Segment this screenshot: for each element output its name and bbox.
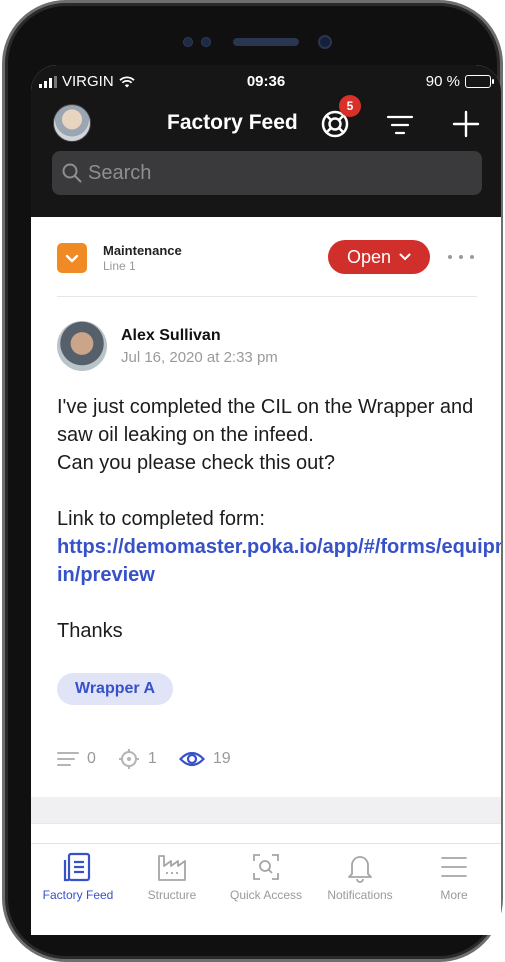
more-options-icon[interactable] bbox=[445, 252, 477, 262]
chevron-down-icon bbox=[65, 254, 79, 263]
search-input[interactable] bbox=[88, 161, 468, 185]
link-paragraph: Link to completed form: https://demomast… bbox=[57, 505, 501, 589]
comment-lines-icon bbox=[57, 752, 79, 766]
filter-icon[interactable] bbox=[386, 113, 414, 137]
category-badge bbox=[57, 243, 87, 273]
feed-icon bbox=[63, 852, 91, 882]
battery-status: 90 % bbox=[425, 73, 494, 90]
follow-count: 1 bbox=[147, 750, 157, 767]
tab-quick-access[interactable]: Quick Access bbox=[219, 850, 313, 910]
tab-factory-feed[interactable]: Factory Feed bbox=[31, 850, 125, 910]
post-text: Can you please check this out? bbox=[57, 452, 335, 474]
search-icon bbox=[62, 163, 82, 183]
add-post-icon[interactable] bbox=[451, 109, 481, 139]
app-screen: VIRGIN 09:36 90 % Factory Feed 5 Search … bbox=[31, 65, 501, 935]
category-name: Maintenance bbox=[103, 243, 182, 258]
bell-icon bbox=[348, 856, 372, 883]
views-count: 19 bbox=[212, 750, 231, 767]
app-header: VIRGIN 09:36 90 % Factory Feed 5 Search bbox=[31, 65, 501, 217]
page-title: Factory Feed bbox=[167, 111, 298, 134]
front-camera bbox=[318, 35, 332, 49]
next-post-card[interactable] bbox=[31, 823, 501, 843]
equipment-tag[interactable]: Wrapper A bbox=[57, 673, 174, 705]
author-name[interactable]: Alex Sullivan bbox=[121, 327, 221, 345]
divider bbox=[57, 296, 477, 297]
feed-separator bbox=[31, 797, 501, 823]
phone-notch bbox=[5, 3, 500, 63]
profile-avatar[interactable] bbox=[53, 104, 91, 142]
scan-icon bbox=[253, 854, 279, 880]
link-prefix: Link to completed form: bbox=[57, 508, 265, 530]
chevron-down-icon bbox=[399, 253, 411, 261]
battery-percent: 90 % bbox=[425, 73, 460, 90]
sensor-dot bbox=[183, 37, 193, 47]
status-bar: VIRGIN 09:36 90 % bbox=[31, 65, 501, 99]
search-bar[interactable] bbox=[52, 151, 482, 195]
feed-post-card[interactable]: Maintenance Line 1 Open Alex Sullivan Ju… bbox=[31, 217, 501, 797]
nav-bar: Factory Feed 5 bbox=[31, 95, 501, 147]
menu-icon bbox=[441, 857, 467, 877]
post-text: I've just completed the CIL on the Wrapp… bbox=[57, 396, 474, 446]
tab-label: More bbox=[440, 888, 468, 902]
post-date: Jul 16, 2020 at 2:33 pm bbox=[121, 349, 278, 366]
comments-stat[interactable]: 0 bbox=[57, 750, 96, 768]
category-location: Line 1 bbox=[103, 259, 136, 273]
status-label: Open bbox=[346, 246, 392, 267]
speaker-grille bbox=[233, 38, 299, 46]
follow-stat[interactable]: 1 bbox=[118, 748, 157, 770]
tab-structure[interactable]: Structure bbox=[125, 850, 219, 910]
post-body: I've just completed the CIL on the Wrapp… bbox=[57, 393, 501, 645]
status-dropdown[interactable]: Open bbox=[328, 240, 430, 274]
author-avatar[interactable] bbox=[57, 321, 107, 371]
sign-off: Thanks bbox=[57, 620, 123, 642]
post-stats: 0 1 19 bbox=[57, 747, 253, 771]
factory-icon bbox=[158, 855, 186, 881]
sensor-dot bbox=[201, 37, 211, 47]
tab-notifications[interactable]: Notifications bbox=[313, 850, 407, 910]
tab-label: Quick Access bbox=[229, 888, 303, 902]
tab-label: Notifications bbox=[327, 888, 393, 902]
tab-label: Factory Feed bbox=[42, 888, 114, 902]
tab-label: Structure bbox=[147, 888, 197, 902]
target-icon bbox=[118, 749, 139, 769]
comments-count: 0 bbox=[87, 750, 96, 767]
tab-more[interactable]: More bbox=[407, 850, 501, 910]
eye-icon bbox=[178, 751, 205, 767]
views-stat[interactable]: 19 bbox=[178, 750, 231, 768]
battery-icon bbox=[465, 75, 494, 88]
bottom-tab-bar: Factory Feed Structure Quick Access Noti… bbox=[31, 843, 501, 935]
phone-frame: VIRGIN 09:36 90 % Factory Feed 5 Search … bbox=[2, 0, 503, 962]
form-link[interactable]: https://demomaster.poka.io/app/#/forms/e… bbox=[57, 536, 501, 586]
notification-badge: 5 bbox=[339, 95, 361, 117]
